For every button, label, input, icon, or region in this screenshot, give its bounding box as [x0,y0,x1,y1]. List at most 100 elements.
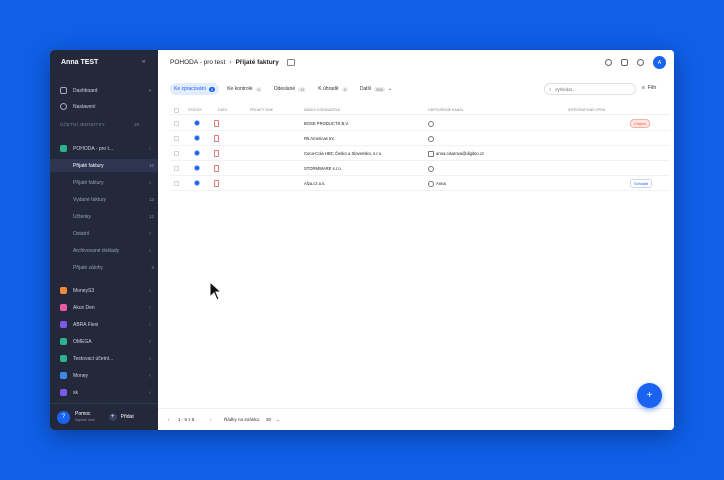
row-checkbox[interactable] [174,136,179,141]
sidebar-item-akce-den[interactable]: Akce Den ‹ [50,301,158,314]
tab-count: 0 [255,86,262,92]
search-input[interactable] [554,86,625,92]
row-checkbox[interactable] [174,166,179,171]
column-status[interactable]: STATUS [188,108,202,112]
tab-to-review[interactable]: Ke kontrole 0 [223,83,266,95]
sidebar: Anna TEST « Dashboard + Nastavení ÚČETNÍ… [50,50,158,430]
top-toolbar: A [605,56,666,69]
sidebar-subitem[interactable]: Vydané faktury 13 [50,193,158,206]
supplier-name: Coca-Cola HBC Česko a Slovensko, s.r.o. [304,151,383,156]
collapse-icon[interactable]: « [142,59,145,65]
column-received[interactable]: PŘIJATÝ DNE [250,108,273,112]
plus-icon: + [148,87,152,94]
sidebar-item-label: MoneyS3 [73,287,95,294]
next-page-icon[interactable]: › [210,417,212,422]
tab-to-pay[interactable]: K úhradě 4 [314,83,352,95]
supplier-name: BOSE PRODUCTS B.V. [304,121,349,126]
select-all-checkbox[interactable] [174,108,179,113]
notification-icon[interactable] [637,59,644,66]
sidebar-item-label: Účtenky [73,213,92,220]
row-checkbox[interactable] [174,151,179,156]
email-icon[interactable] [286,59,295,66]
sidebar-item-label: Přijaté faktury [73,162,104,169]
sidebar-subitem[interactable]: Účtenky 12 [50,210,158,223]
breadcrumb-root[interactable]: POHODA - pro test [170,59,225,66]
breadcrumb-separator: › [229,59,232,66]
sidebar-subitem[interactable]: Přijaté faktury ‹ [50,176,158,189]
tab-sent[interactable]: Odeslané 11 [270,83,311,95]
sidebar-subitem[interactable]: Archivované doklady ‹ [50,244,158,257]
tab-to-process[interactable]: Ke zpracování 5 [170,83,220,95]
sidebar-item-label: Nastavení [73,103,96,110]
org-name[interactable]: Anna TEST [61,59,98,66]
table-row[interactable]: Coca-Cola HBC Česko a Slovensko, s.r.o. … [170,146,670,161]
company-icon [60,338,67,345]
status-badge: Chyba [630,119,650,128]
tab-more[interactable]: Další 555 ⌄ [356,83,396,95]
tab-label: Ke kontrole [227,86,253,92]
search-box[interactable]: ⌕ [544,83,636,95]
search-icon: ⌕ [549,86,552,92]
sidebar-item-omega[interactable]: OMEGA ‹ [50,335,158,348]
responsible [428,121,436,127]
company-icon [60,145,67,152]
breadcrumb: POHODA - pro test › Přijaté faktury [170,59,295,66]
user-icon[interactable] [605,59,612,66]
filter-button[interactable]: ≡ Filtr [642,85,656,91]
sidebar-item-label: Dashboard [73,87,98,94]
sidebar-item-settings[interactable]: Nastavení [50,100,158,113]
table-row[interactable]: R5 Americas Inc [170,131,670,146]
per-page-select[interactable]: 30 [266,417,271,422]
tab-count: 5 [208,86,216,92]
document-icon [214,120,219,127]
user-icon [428,166,434,172]
column-supplier[interactable]: NÁZEV DODAVATELE [304,108,340,112]
table-header: STATUS DATA PŘIJATÝ DNE NÁZEV DODAVATELE… [170,107,670,115]
sidebar-item-moneys3[interactable]: MoneyS3 ‹ [50,284,158,297]
sidebar-item-sk[interactable]: sk ‹ [50,386,158,399]
sidebar-item-dashboard[interactable]: Dashboard + [50,84,158,97]
sidebar-item-received-invoices[interactable]: Přijaté faktury 10 [50,159,158,172]
status-icon [194,120,200,126]
prev-page-icon[interactable]: ‹ [168,417,170,422]
sidebar-item-label: ABRA Flexi [73,321,99,328]
sidebar-item-label: OMEGA [73,338,92,345]
sidebar-item-label: Akce Den [73,304,95,311]
document-icon [214,135,219,142]
tab-label: Odeslané [273,86,296,92]
supplier-name: STORMWARE s.r.o. [304,166,342,171]
user-icon [428,181,434,187]
add-icon[interactable]: + [108,413,117,421]
column-integration[interactable]: INTEGRATIONS ZPRÁ [568,108,605,112]
status-icon [194,165,200,171]
page-title: Přijaté faktury [235,59,279,66]
table-row[interactable]: BOSE PRODUCTS B.V. Chyba [170,116,670,131]
table-row[interactable]: Alza.cz a.s. Anna Schválit [170,176,670,191]
company-icon [60,321,67,328]
settings-icon [60,103,67,110]
tab-count: 4 [341,86,348,92]
sidebar-item-testovaci[interactable]: Testovací účetní... ‹ [50,352,158,365]
add-fab-button[interactable]: + [637,383,662,408]
sidebar-subitem[interactable]: Přijaté zálohy 2 [50,261,158,274]
tab-count: 11 [298,86,307,92]
approve-button[interactable]: Schválit [630,179,653,188]
sidebar-item-pohoda[interactable]: POHODA - pro t... ‹ [50,142,158,155]
chat-icon[interactable] [621,59,628,66]
help-icon[interactable]: ? [57,410,70,424]
table-row[interactable]: STORMWARE s.r.o. [170,161,670,176]
row-checkbox[interactable] [174,181,179,186]
chevron-down-icon[interactable]: ⌄ [276,417,280,423]
row-checkbox[interactable] [174,121,179,126]
sidebar-subitem[interactable]: Ostatní ‹ [50,227,158,240]
company-icon [60,287,67,294]
sidebar-item-abra-flexi[interactable]: ABRA Flexi ‹ [50,318,158,331]
column-date[interactable]: DATA [218,108,227,112]
chevron-icon: ‹ [149,247,151,254]
sidebar-item-money[interactable]: Money ‹ [50,369,158,382]
tab-bar: Ke zpracování 5 Ke kontrole 0 Odeslané 1… [170,83,396,95]
column-responsible[interactable]: ODPOVĚDNÉ KANÁL [428,108,464,112]
help-link[interactable]: Pomoc Napište nám [75,411,95,423]
avatar[interactable]: A [653,56,666,69]
add-button[interactable]: Přidat [121,414,134,420]
